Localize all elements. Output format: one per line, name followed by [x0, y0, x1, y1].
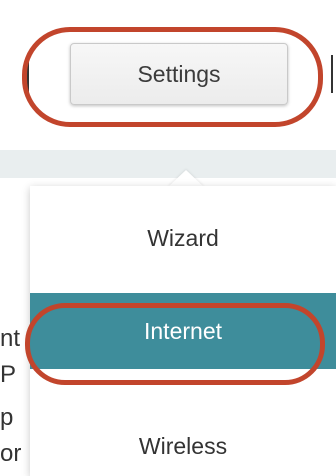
divider — [27, 55, 29, 93]
menu-item-label: Wireless — [138, 432, 228, 459]
menu-item-internet[interactable]: Internet — [30, 293, 336, 369]
settings-button[interactable]: Settings — [70, 43, 288, 105]
menu-item-wizard[interactable]: Wizard — [30, 212, 336, 264]
settings-dropdown-menu: Wizard Internet Wireless — [30, 186, 336, 476]
background-text-fragment: or — [0, 440, 22, 467]
divider — [331, 55, 333, 93]
menu-item-label: Internet — [144, 317, 222, 344]
background-text-fragment: p — [0, 404, 14, 431]
background-text-fragment: P — [0, 361, 17, 388]
menu-item-wireless[interactable]: Wireless — [30, 420, 336, 472]
settings-label: Settings — [137, 60, 221, 87]
dropdown-caret — [168, 170, 204, 187]
background-text-fragment: nt — [0, 325, 21, 352]
menu-item-label: Wizard — [147, 224, 219, 251]
